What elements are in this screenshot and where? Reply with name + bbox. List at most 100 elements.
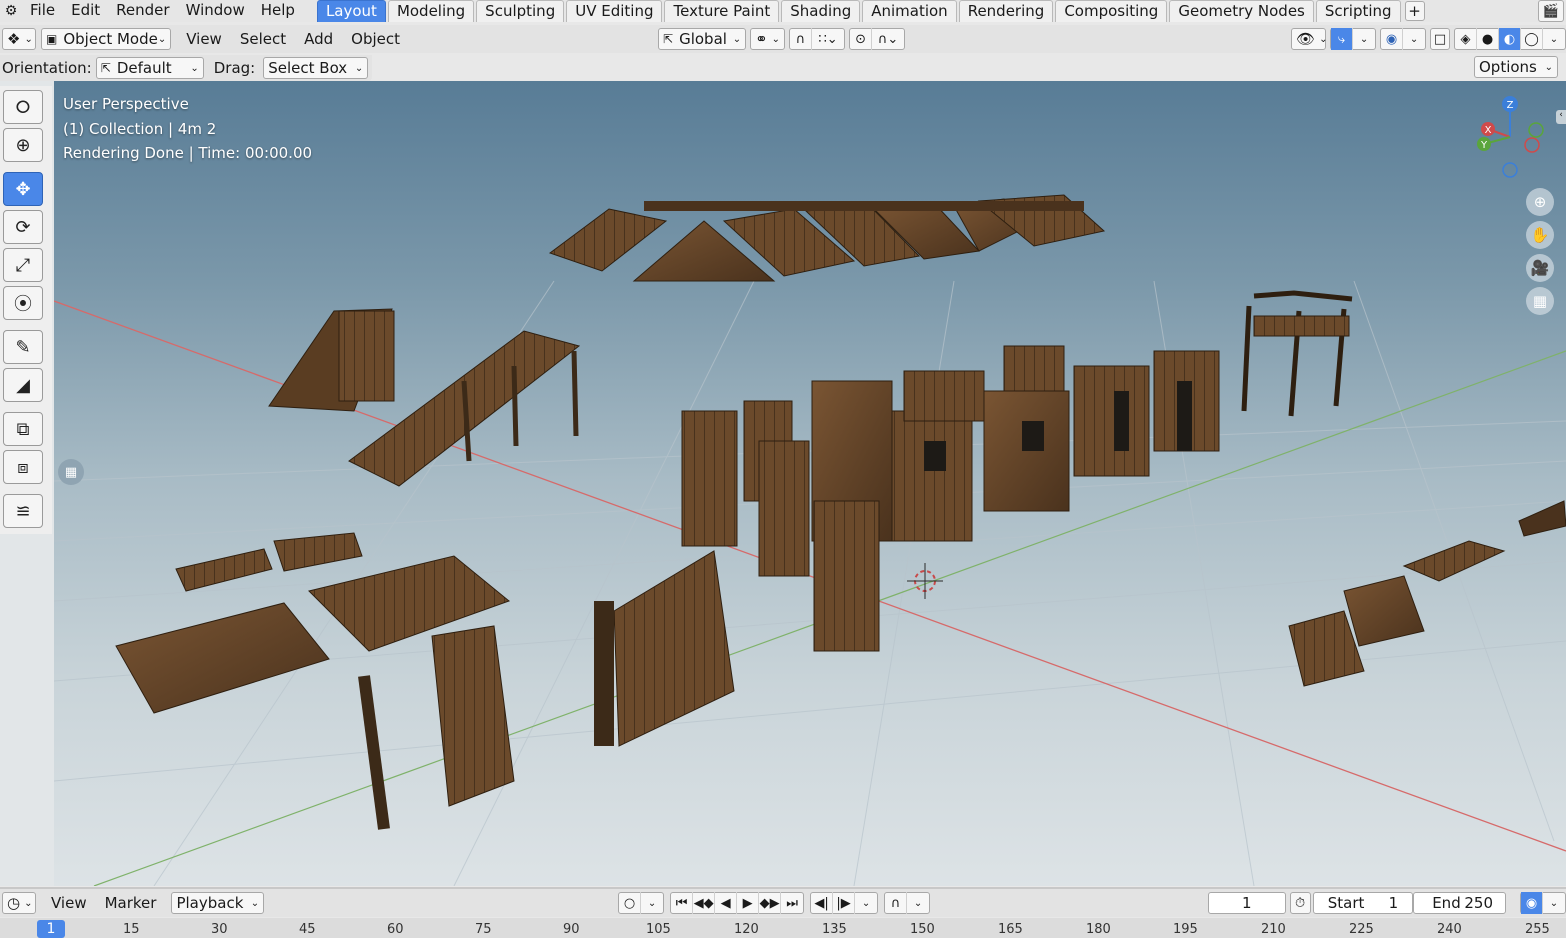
show-keys-icon[interactable]: ◉	[1521, 892, 1543, 914]
measure-tool-icon[interactable]: ◢	[3, 368, 43, 402]
3d-cursor	[907, 563, 943, 599]
chevron-down-icon[interactable]: ⌄	[855, 892, 877, 914]
chevron-down-icon[interactable]: ⌄	[1543, 28, 1565, 50]
add-object-tool-icon[interactable]: ⧈	[3, 450, 43, 484]
tab-compositing[interactable]: Compositing	[1055, 0, 1168, 22]
camera-view-icon[interactable]: 🎥	[1526, 254, 1554, 282]
add-workspace-button[interactable]: +	[1404, 1, 1425, 21]
scale-tool-icon[interactable]: ⤢	[3, 248, 43, 282]
render-status-label: Rendering Done | Time: 00:00.00	[63, 144, 313, 162]
crates-and-bench	[1288, 500, 1566, 687]
tab-scripting[interactable]: Scripting	[1315, 0, 1401, 22]
mode-dropdown[interactable]: ▣ Object Mode ⌄	[41, 28, 172, 50]
menu-view[interactable]: View	[177, 30, 231, 48]
snap-target-icon[interactable]: ∷⌄	[812, 28, 844, 50]
snap-magnet-icon[interactable]: ∩	[790, 28, 813, 50]
add-cube-tool-icon[interactable]: ⧉	[3, 412, 43, 446]
record-icon[interactable]: ○	[619, 892, 642, 914]
wireframe-shading-icon[interactable]: ◈	[1455, 28, 1477, 50]
menu-help[interactable]: Help	[253, 0, 303, 22]
perspective-toggle-icon[interactable]: ▦	[1526, 287, 1554, 315]
menu-select[interactable]: Select	[231, 30, 295, 48]
step-back-icon[interactable]: ◀|	[811, 892, 834, 914]
blender-logo-icon[interactable]: ⚙	[0, 0, 22, 22]
transform-orientation-dropdown[interactable]: ⇱ Global ⌄	[658, 28, 747, 50]
orientation-label: Orientation:	[2, 59, 92, 77]
chevron-down-icon[interactable]: ⌄	[641, 892, 663, 914]
menu-render[interactable]: Render	[108, 0, 177, 22]
proportional-edit-icon[interactable]: ⊙	[850, 28, 873, 50]
current-frame-field[interactable]: 1	[1208, 892, 1286, 914]
tab-shading[interactable]: Shading	[781, 0, 861, 22]
playback-dropdown[interactable]: Playback ⌄	[171, 892, 265, 914]
select-box-tool-icon[interactable]: ⭘	[3, 90, 43, 124]
next-keyframe-icon[interactable]: ◆▶	[759, 892, 782, 914]
gizmo-neg-x-axis[interactable]	[1524, 137, 1540, 153]
rendered-shading-icon[interactable]: ◯	[1521, 28, 1543, 50]
prev-keyframe-icon[interactable]: ◀◆	[693, 892, 716, 914]
ruler-tick: 45	[299, 922, 316, 937]
tab-texture-paint[interactable]: Texture Paint	[664, 0, 780, 22]
snap-frame-icon[interactable]: ∩	[885, 892, 908, 914]
chevron-down-icon[interactable]: ⌄	[1353, 28, 1375, 50]
play-icon[interactable]: ▶	[737, 892, 760, 914]
menu-file[interactable]: File	[22, 0, 63, 22]
annotate-tool-icon[interactable]: ✎	[3, 330, 43, 364]
tab-geometry-nodes[interactable]: Geometry Nodes	[1169, 0, 1314, 22]
falloff-icon[interactable]: ∩⌄	[872, 28, 904, 50]
tab-sculpting[interactable]: Sculpting	[476, 0, 565, 22]
pivot-point-dropdown[interactable]: ⚭ ⌄	[750, 28, 786, 50]
pan-hand-icon[interactable]: ✋	[1526, 221, 1554, 249]
jump-end-icon[interactable]: ⏭	[781, 892, 803, 914]
transform-tool-icon[interactable]: ⦿	[3, 286, 43, 320]
solid-shading-icon[interactable]: ●	[1477, 28, 1499, 50]
gizmo-neg-z-axis[interactable]	[1502, 162, 1518, 178]
menu-add[interactable]: Add	[295, 30, 342, 48]
cursor-tool-icon[interactable]: ⊕	[3, 128, 43, 162]
editor-type-dropdown[interactable]: ❖ ⌄	[2, 28, 36, 50]
play-reverse-icon[interactable]: ◀	[715, 892, 738, 914]
drag-dropdown[interactable]: Select Box ⌄	[263, 57, 369, 79]
edge-slide-tool-icon[interactable]: ≌	[3, 494, 43, 528]
end-frame-field[interactable]: End 250	[1413, 892, 1506, 914]
step-forward-icon[interactable]: |▶	[833, 892, 856, 914]
tab-modeling[interactable]: Modeling	[387, 0, 475, 22]
menu-object[interactable]: Object	[342, 30, 409, 48]
timeline-menu-marker[interactable]: Marker	[96, 894, 166, 912]
playback-controls: ⏮ ◀◆ ◀ ▶ ◆▶ ⏭	[670, 892, 805, 914]
gizmo-toggle-icon[interactable]: ⤷	[1331, 28, 1354, 50]
options-dropdown[interactable]: Options ⌄	[1474, 56, 1558, 78]
menu-edit[interactable]: Edit	[63, 0, 108, 22]
timeline-editor-type-dropdown[interactable]: ◷ ⌄	[2, 892, 36, 914]
frame-ruler[interactable]: 1 15 30 45 60 75 90 105 120 135 150 165 …	[0, 918, 1566, 938]
chevron-down-icon[interactable]: ⌄	[907, 892, 929, 914]
gizmo-neg-y-axis[interactable]	[1528, 122, 1544, 138]
scene-selector-icon[interactable]: 🎬	[1538, 0, 1564, 22]
chevron-down-icon[interactable]: ⌄	[1403, 28, 1425, 50]
xray-toggle-icon[interactable]: □	[1430, 28, 1450, 50]
tab-layout[interactable]: Layout	[316, 0, 386, 22]
stopwatch-icon[interactable]: ⏱	[1289, 892, 1311, 914]
start-frame-field[interactable]: Start 1	[1312, 892, 1414, 914]
zoom-icon[interactable]: ⊕	[1526, 188, 1554, 216]
menu-window[interactable]: Window	[178, 0, 253, 22]
playhead[interactable]: 1	[37, 920, 65, 938]
toolbar-toggle-icon[interactable]: ▦	[58, 459, 84, 485]
rotate-tool-icon[interactable]: ⟳	[3, 210, 43, 244]
timeline-menu-view[interactable]: View	[42, 894, 96, 912]
move-tool-icon[interactable]: ✥	[3, 172, 43, 206]
tab-rendering[interactable]: Rendering	[958, 0, 1054, 22]
3d-viewport[interactable]: User Perspective (1) Collection | 4m 2 R…	[54, 81, 1566, 886]
tab-animation[interactable]: Animation	[862, 0, 957, 22]
tab-uv-editing[interactable]: UV Editing	[566, 0, 663, 22]
navigation-gizmo[interactable]: Z X Y	[1470, 92, 1550, 182]
sidebar-toggle-icon[interactable]: ‹	[1556, 110, 1566, 124]
auto-key-group: ∩ ⌄	[884, 892, 931, 914]
overlays-toggle-icon[interactable]: ◉	[1381, 28, 1404, 50]
chevron-down-icon[interactable]: ⌄	[1543, 892, 1565, 914]
jump-start-icon[interactable]: ⏮	[671, 892, 694, 914]
visibility-dropdown[interactable]: 👁 ⌄	[1291, 28, 1328, 50]
ruler-tick: 225	[1349, 922, 1374, 937]
material-preview-icon[interactable]: ◐	[1499, 28, 1521, 50]
orientation-dropdown[interactable]: ⇱ Default ⌄	[95, 57, 204, 79]
